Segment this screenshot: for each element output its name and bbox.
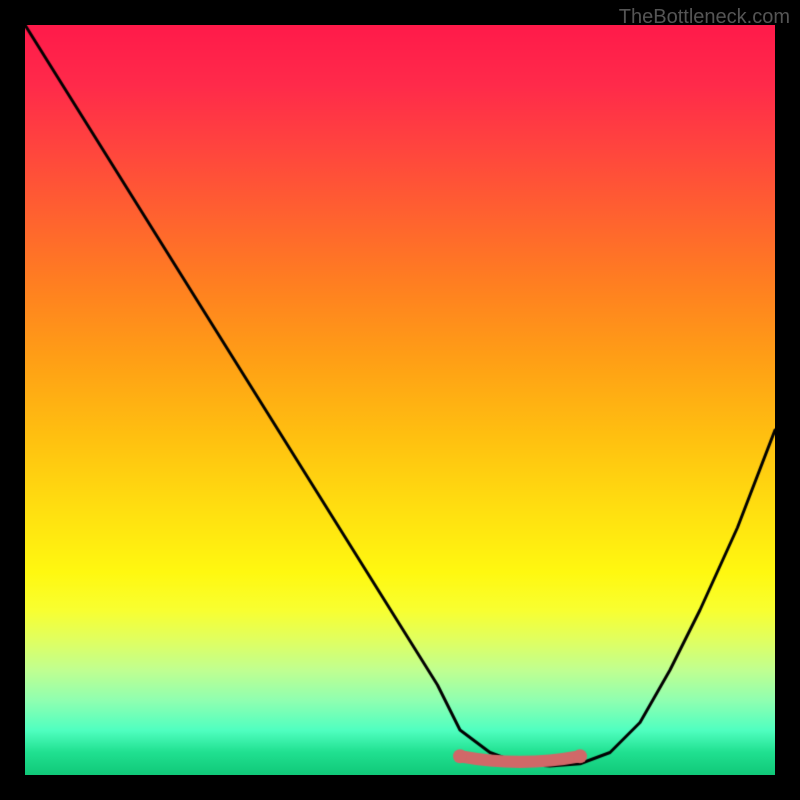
watermark-text: TheBottleneck.com	[619, 6, 790, 29]
chart-plot-area	[25, 25, 775, 775]
chart-curve-canvas	[25, 25, 775, 775]
